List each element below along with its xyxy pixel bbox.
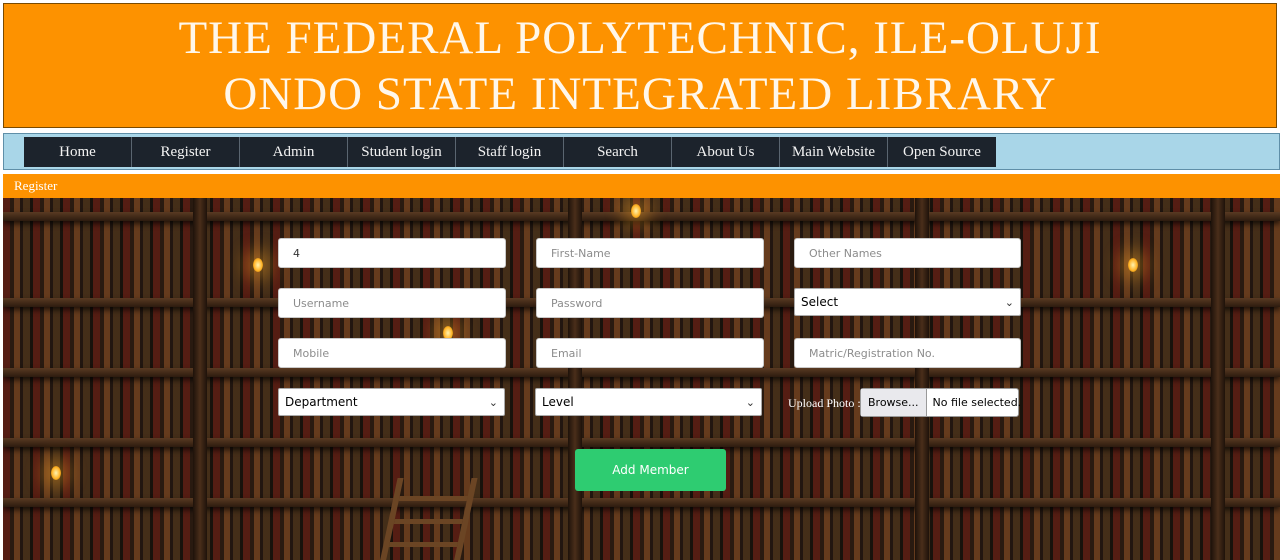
nav-register[interactable]: Register — [132, 137, 240, 167]
category-select-value: Select — [801, 295, 839, 309]
nav-home[interactable]: Home — [24, 137, 132, 167]
shelf-post — [193, 198, 207, 560]
nav-staff-login[interactable]: Staff login — [456, 137, 564, 167]
photo-file-input[interactable]: Browse... No file selected. — [860, 388, 1022, 417]
file-status-text: No file selected. — [932, 396, 1022, 409]
candle-light — [631, 204, 641, 218]
browse-button[interactable]: Browse... — [861, 389, 927, 416]
chevron-down-icon: ⌄ — [745, 396, 755, 409]
level-select[interactable]: Level ⌄ — [535, 388, 762, 416]
site-header-banner: THE FEDERAL POLYTECHNIC, ILE-OLUJI ONDO … — [3, 3, 1277, 128]
nav-main-website[interactable]: Main Website — [780, 137, 888, 167]
level-select-value: Level — [542, 395, 574, 409]
add-member-button[interactable]: Add Member — [575, 449, 726, 491]
nav-search[interactable]: Search — [564, 137, 672, 167]
title-field[interactable] — [278, 238, 506, 268]
nav-bar: Home Register Admin Student login Staff … — [3, 133, 1280, 170]
nav-about-us[interactable]: About Us — [672, 137, 780, 167]
first-name-field[interactable] — [536, 238, 764, 268]
candle-light — [1128, 258, 1138, 272]
email-field[interactable] — [536, 338, 764, 368]
mobile-field[interactable] — [278, 338, 506, 368]
breadcrumb: Register — [3, 174, 1280, 198]
department-select-value: Department — [285, 395, 358, 409]
nav-student-login[interactable]: Student login — [348, 137, 456, 167]
matric-number-field[interactable] — [794, 338, 1021, 368]
username-field[interactable] — [278, 288, 506, 318]
upload-photo-label: Upload Photo : — [788, 396, 861, 410]
department-select[interactable]: Department ⌄ — [278, 388, 505, 416]
candle-light — [253, 258, 263, 272]
chevron-down-icon: ⌄ — [1004, 296, 1014, 309]
nav-admin[interactable]: Admin — [240, 137, 348, 167]
candle-light — [51, 466, 61, 480]
header-title-line-1: THE FEDERAL POLYTECHNIC, ILE-OLUJI — [178, 11, 1102, 64]
category-select[interactable]: Select ⌄ — [794, 288, 1021, 316]
nav-open-source[interactable]: Open Source — [888, 137, 996, 167]
library-ladder — [378, 478, 478, 560]
nav-menu: Home Register Admin Student login Staff … — [24, 137, 996, 167]
shelf-post — [1211, 198, 1225, 560]
password-field[interactable] — [536, 288, 764, 318]
other-names-field[interactable] — [794, 238, 1021, 268]
header-title-line-2: ONDO STATE INTEGRATED LIBRARY — [223, 67, 1057, 120]
chevron-down-icon: ⌄ — [488, 396, 498, 409]
